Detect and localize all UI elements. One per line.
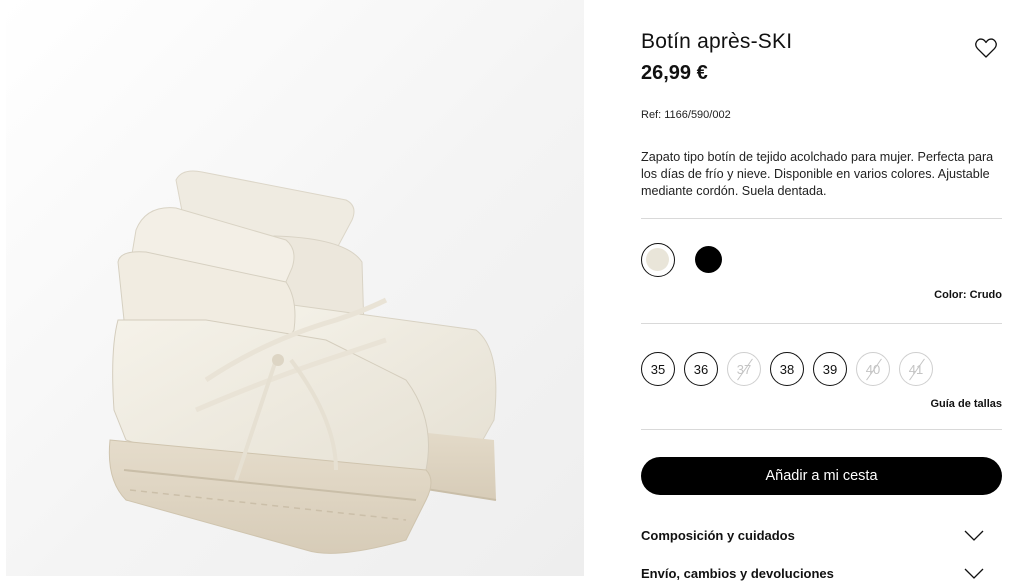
size-guide-link[interactable]: Guía de tallas [930,398,1002,410]
product-description: Zapato tipo botín de tejido acolchado pa… [641,150,994,198]
product-panel: Botín après-SKI 26,99 € Ref: 1166/590/00… [641,0,1002,581]
accordion-composition-label: Composición y cuidados [641,528,795,543]
heart-icon[interactable] [973,35,999,61]
size-option-40-unavailable: 40 [856,352,890,386]
product-title: Botín après-SKI [641,30,793,53]
accordion-shipping-label: Envío, cambios y devoluciones [641,566,834,581]
color-swatch-negro[interactable] [695,246,722,273]
product-price: 26,99 € [641,62,708,84]
divider [641,218,1002,219]
size-option-35[interactable]: 35 [641,352,675,386]
product-ref: Ref: 1166/590/002 [641,109,731,121]
selected-color-label: Color: Crudo [934,289,1002,301]
divider [641,429,1002,430]
accordion-composition[interactable]: Composición y cuidados [641,525,1002,549]
front-boot [108,207,432,554]
size-option-39[interactable]: 39 [813,352,847,386]
color-swatch-fill [646,248,669,271]
product-image[interactable] [6,0,584,576]
chevron-down-icon [964,568,984,579]
add-to-cart-button[interactable]: Añadir a mi cesta [641,457,1002,495]
size-option-41-unavailable: 41 [899,352,933,386]
size-option-37-unavailable: 37 [727,352,761,386]
size-option-36[interactable]: 36 [684,352,718,386]
chevron-down-icon [964,530,984,541]
size-option-38[interactable]: 38 [770,352,804,386]
divider [641,323,1002,324]
snow-boot-illustration [108,170,497,554]
color-swatch-crudo[interactable] [641,243,675,277]
accordion-shipping[interactable]: Envío, cambios y devoluciones [641,563,1002,587]
